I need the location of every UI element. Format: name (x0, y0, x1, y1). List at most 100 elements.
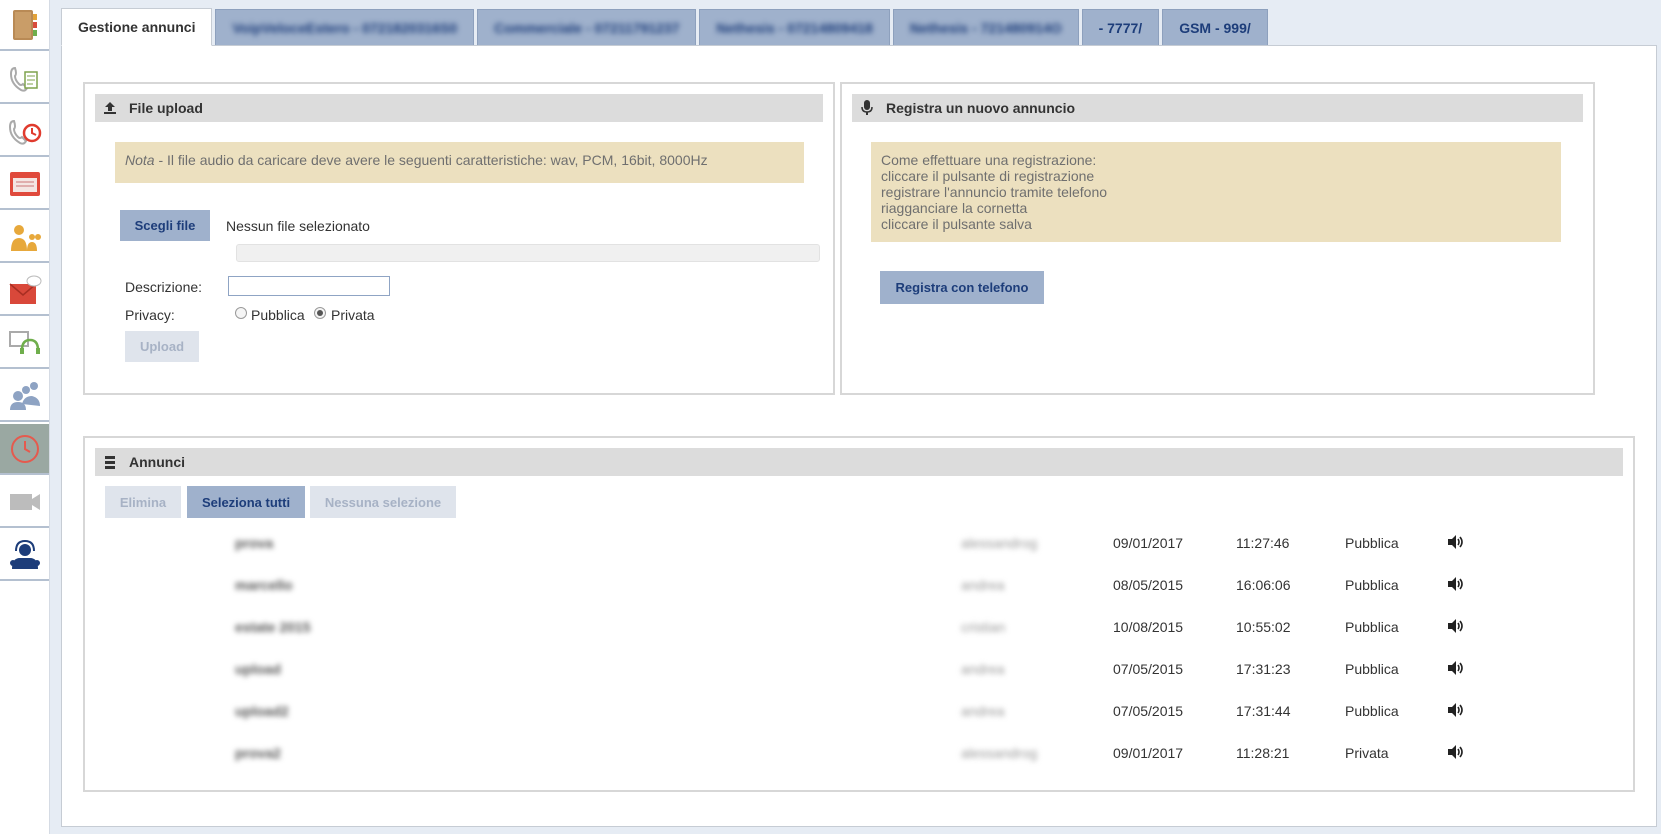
tab-gestione-annunci[interactable]: Gestione annunci (61, 8, 213, 46)
announcement-time: 17:31:23 (1236, 661, 1291, 677)
clock-icon (10, 434, 39, 463)
announcement-user: andrea (961, 577, 1005, 593)
play-speaker-icon[interactable] (1447, 744, 1465, 763)
delete-button[interactable]: Elimina (105, 486, 181, 518)
upload-note: Nota - Il file audio da caricare deve av… (115, 142, 804, 183)
select-none-button[interactable]: Nessuna selezione (310, 486, 456, 518)
tab-trunk-2[interactable]: Commerciale - 07211791237 (477, 9, 697, 45)
record-title: Registra un nuovo annuncio (886, 100, 1076, 116)
announcement-date: 09/01/2017 (1113, 535, 1184, 551)
file-upload-header: File upload (95, 94, 823, 122)
file-upload-panel: File upload Nota - Il file audio da cari… (83, 82, 835, 395)
record-instructions: Come effettuare una registrazione: clicc… (871, 142, 1561, 242)
table-row[interactable]: upload andrea 07/05/2015 17:31:23 Pubblica (235, 658, 1475, 680)
headset-window-icon (8, 330, 40, 354)
card-screen-icon (9, 171, 40, 196)
tab-trunk-4[interactable]: Nethesis - 721480914O (892, 9, 1079, 45)
table-row[interactable]: prova alessandrog 09/01/2017 11:27:46 Pubbli… (235, 532, 1475, 554)
announcement-privacy: Pubblica (1345, 577, 1399, 593)
sidebar-item-helpdesk[interactable] (0, 530, 49, 581)
announcement-time: 17:31:44 (1236, 703, 1291, 719)
announcements-panel: Annunci Elimina Seleziona tutti Nessuna … (83, 436, 1635, 792)
instruction-line: riagganciare la cornetta (881, 200, 1028, 216)
no-file-selected-text: Nessun file selezionato (226, 218, 370, 234)
description-label: Descrizione: (125, 279, 203, 295)
upload-icon (101, 99, 119, 117)
select-all-button[interactable]: Seleziona tutti (187, 486, 305, 518)
play-speaker-icon[interactable] (1447, 576, 1465, 595)
play-speaker-icon[interactable] (1447, 618, 1465, 637)
announcement-user: andrea (961, 661, 1005, 677)
record-with-phone-button[interactable]: Registra con telefono (880, 271, 1044, 304)
table-row[interactable]: estate 2015 cristian 10/08/2015 10:55:02 Pub… (235, 616, 1475, 638)
privacy-public-label: Pubblica (251, 307, 305, 323)
play-speaker-icon[interactable] (1447, 534, 1465, 553)
announcement-time: 16:06:06 (1236, 577, 1291, 593)
announcement-date: 10/08/2015 (1113, 619, 1184, 635)
phone-history-icon (8, 119, 41, 145)
left-sidebar (0, 0, 50, 834)
instruction-line: cliccare il pulsante salva (881, 216, 1032, 232)
sidebar-item-card[interactable] (0, 159, 49, 210)
upload-button[interactable]: Upload (125, 331, 199, 362)
microphone-icon (858, 99, 876, 117)
voicemail-envelope-icon (9, 275, 41, 304)
instruction-line: Come effettuare una registrazione: (881, 152, 1097, 168)
file-upload-title: File upload (129, 100, 203, 116)
contacts-book-icon (12, 9, 37, 40)
privacy-private-radio[interactable] (314, 307, 326, 319)
choose-file-button[interactable]: Scegli file (120, 210, 210, 241)
announcement-time: 11:27:46 (1236, 535, 1290, 551)
video-camera-icon (9, 493, 40, 510)
announcement-user: alessandrog (961, 745, 1038, 761)
announcement-date: 07/05/2015 (1113, 703, 1184, 719)
list-icon (101, 453, 119, 471)
announcement-privacy: Pubblica (1345, 535, 1399, 551)
sidebar-item-headset[interactable] (0, 318, 49, 369)
sidebar-item-clock[interactable] (0, 424, 49, 475)
sidebar-item-video[interactable] (0, 477, 49, 528)
helpdesk-operator-icon (9, 539, 40, 569)
announcement-date: 08/05/2015 (1113, 577, 1184, 593)
tab-trunk-3[interactable]: Nethesis - 07214809418 (699, 9, 890, 45)
privacy-private-label: Privata (331, 307, 375, 323)
table-row[interactable]: marcello andrea 08/05/2015 16:06:06 Pubblica (235, 574, 1475, 596)
phone-document-icon (9, 66, 38, 92)
note-text: - Il file audio da caricare deve avere l… (154, 152, 708, 168)
sidebar-item-call-history[interactable] (0, 106, 49, 157)
announcement-date: 07/05/2015 (1113, 661, 1184, 677)
play-speaker-icon[interactable] (1447, 702, 1465, 721)
tab-bar: Gestione annunci VoipVeloceEstero - 0721… (61, 8, 1271, 46)
note-prefix: Nota (125, 152, 155, 168)
announcement-name: upload (235, 661, 281, 677)
announcement-name: prova2 (235, 745, 281, 761)
operators-users-icon (10, 224, 41, 251)
privacy-label: Privacy: (125, 307, 175, 323)
tab-trunk-7777[interactable]: - 7777/ (1081, 9, 1160, 45)
sidebar-item-contacts[interactable] (0, 0, 49, 51)
description-input[interactable] (228, 276, 390, 296)
announcement-privacy: Pubblica (1345, 661, 1399, 677)
announcement-name: prova (235, 535, 274, 551)
table-row[interactable]: upload2 andrea 07/05/2015 17:31:44 Pubblica (235, 700, 1475, 722)
table-row[interactable]: prova2 alessandrog 09/01/2017 11:28:21 Priva… (235, 742, 1475, 764)
main-content: File upload Nota - Il file audio da cari… (61, 45, 1657, 827)
upload-progress-bar (236, 244, 820, 262)
announcement-user: alessandrog (961, 535, 1038, 551)
play-speaker-icon[interactable] (1447, 660, 1465, 679)
tab-trunk-gsm[interactable]: GSM - 999/ (1162, 9, 1268, 45)
announcement-name: upload2 (235, 703, 289, 719)
announcement-privacy: Pubblica (1345, 703, 1399, 719)
privacy-public-radio[interactable] (235, 307, 247, 319)
tab-trunk-1[interactable]: VoipVeloceEstero - 0721820316S0 (215, 9, 475, 45)
announcement-time: 10:55:02 (1236, 619, 1291, 635)
announcements-title: Annunci (129, 454, 185, 470)
sidebar-item-groups[interactable] (0, 371, 49, 422)
sidebar-item-phone-document[interactable] (0, 53, 49, 104)
announcement-user: andrea (961, 703, 1005, 719)
announcement-time: 11:28:21 (1236, 745, 1290, 761)
sidebar-item-voicemail[interactable] (0, 265, 49, 316)
sidebar-item-operators[interactable] (0, 212, 49, 263)
announcement-date: 09/01/2017 (1113, 745, 1184, 761)
instruction-line: cliccare il pulsante di registrazione (881, 168, 1095, 184)
